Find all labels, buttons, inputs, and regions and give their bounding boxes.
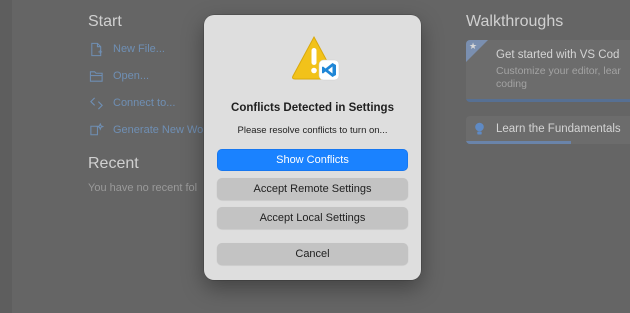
walkthroughs-heading: Walkthroughs: [466, 13, 564, 30]
connect-to-label: Connect to...: [113, 97, 176, 109]
new-file-icon: [88, 41, 104, 57]
new-file-label: New File...: [113, 43, 165, 55]
dialog-message: Please resolve conflicts to turn on...: [237, 125, 388, 136]
walkthrough-card-fundamentals[interactable]: Learn the Fundamentals: [466, 116, 630, 144]
warning-vscode-icon: [288, 34, 340, 84]
star-icon: ★: [469, 41, 478, 51]
cancel-button[interactable]: Cancel: [217, 243, 408, 265]
dialog-title: Conflicts Detected in Settings: [231, 102, 394, 114]
accept-local-settings-button[interactable]: Accept Local Settings: [217, 207, 408, 229]
walkthrough-progress: [466, 141, 572, 144]
remote-connect-icon: [88, 95, 104, 111]
activity-bar-edge: [0, 0, 12, 313]
accept-remote-settings-button[interactable]: Accept Remote Settings: [217, 178, 408, 200]
open-label: Open...: [113, 70, 150, 82]
sparkle-icon: [88, 122, 104, 138]
conflicts-dialog: Conflicts Detected in Settings Please re…: [204, 15, 421, 280]
lightbulb-icon: [474, 122, 485, 141]
show-conflicts-button[interactable]: Show Conflicts: [217, 149, 408, 171]
generate-new-workspace-label: Generate New Wo: [113, 124, 204, 136]
walkthroughs-section: Walkthroughs ★ Get started with VS Cod C…: [466, 12, 630, 144]
walkthrough-title: Get started with VS Cod: [496, 49, 620, 61]
walkthrough-description: Customize your editor, lear coding: [496, 65, 621, 90]
folder-open-icon: [88, 68, 104, 84]
walkthrough-title: Learn the Fundamentals: [496, 123, 621, 135]
welcome-page-backdrop: Start New File... Open... Connect to... …: [0, 0, 630, 313]
walkthrough-progress: [466, 99, 630, 102]
walkthrough-card-get-started[interactable]: ★ Get started with VS Cod Customize your…: [466, 40, 630, 102]
